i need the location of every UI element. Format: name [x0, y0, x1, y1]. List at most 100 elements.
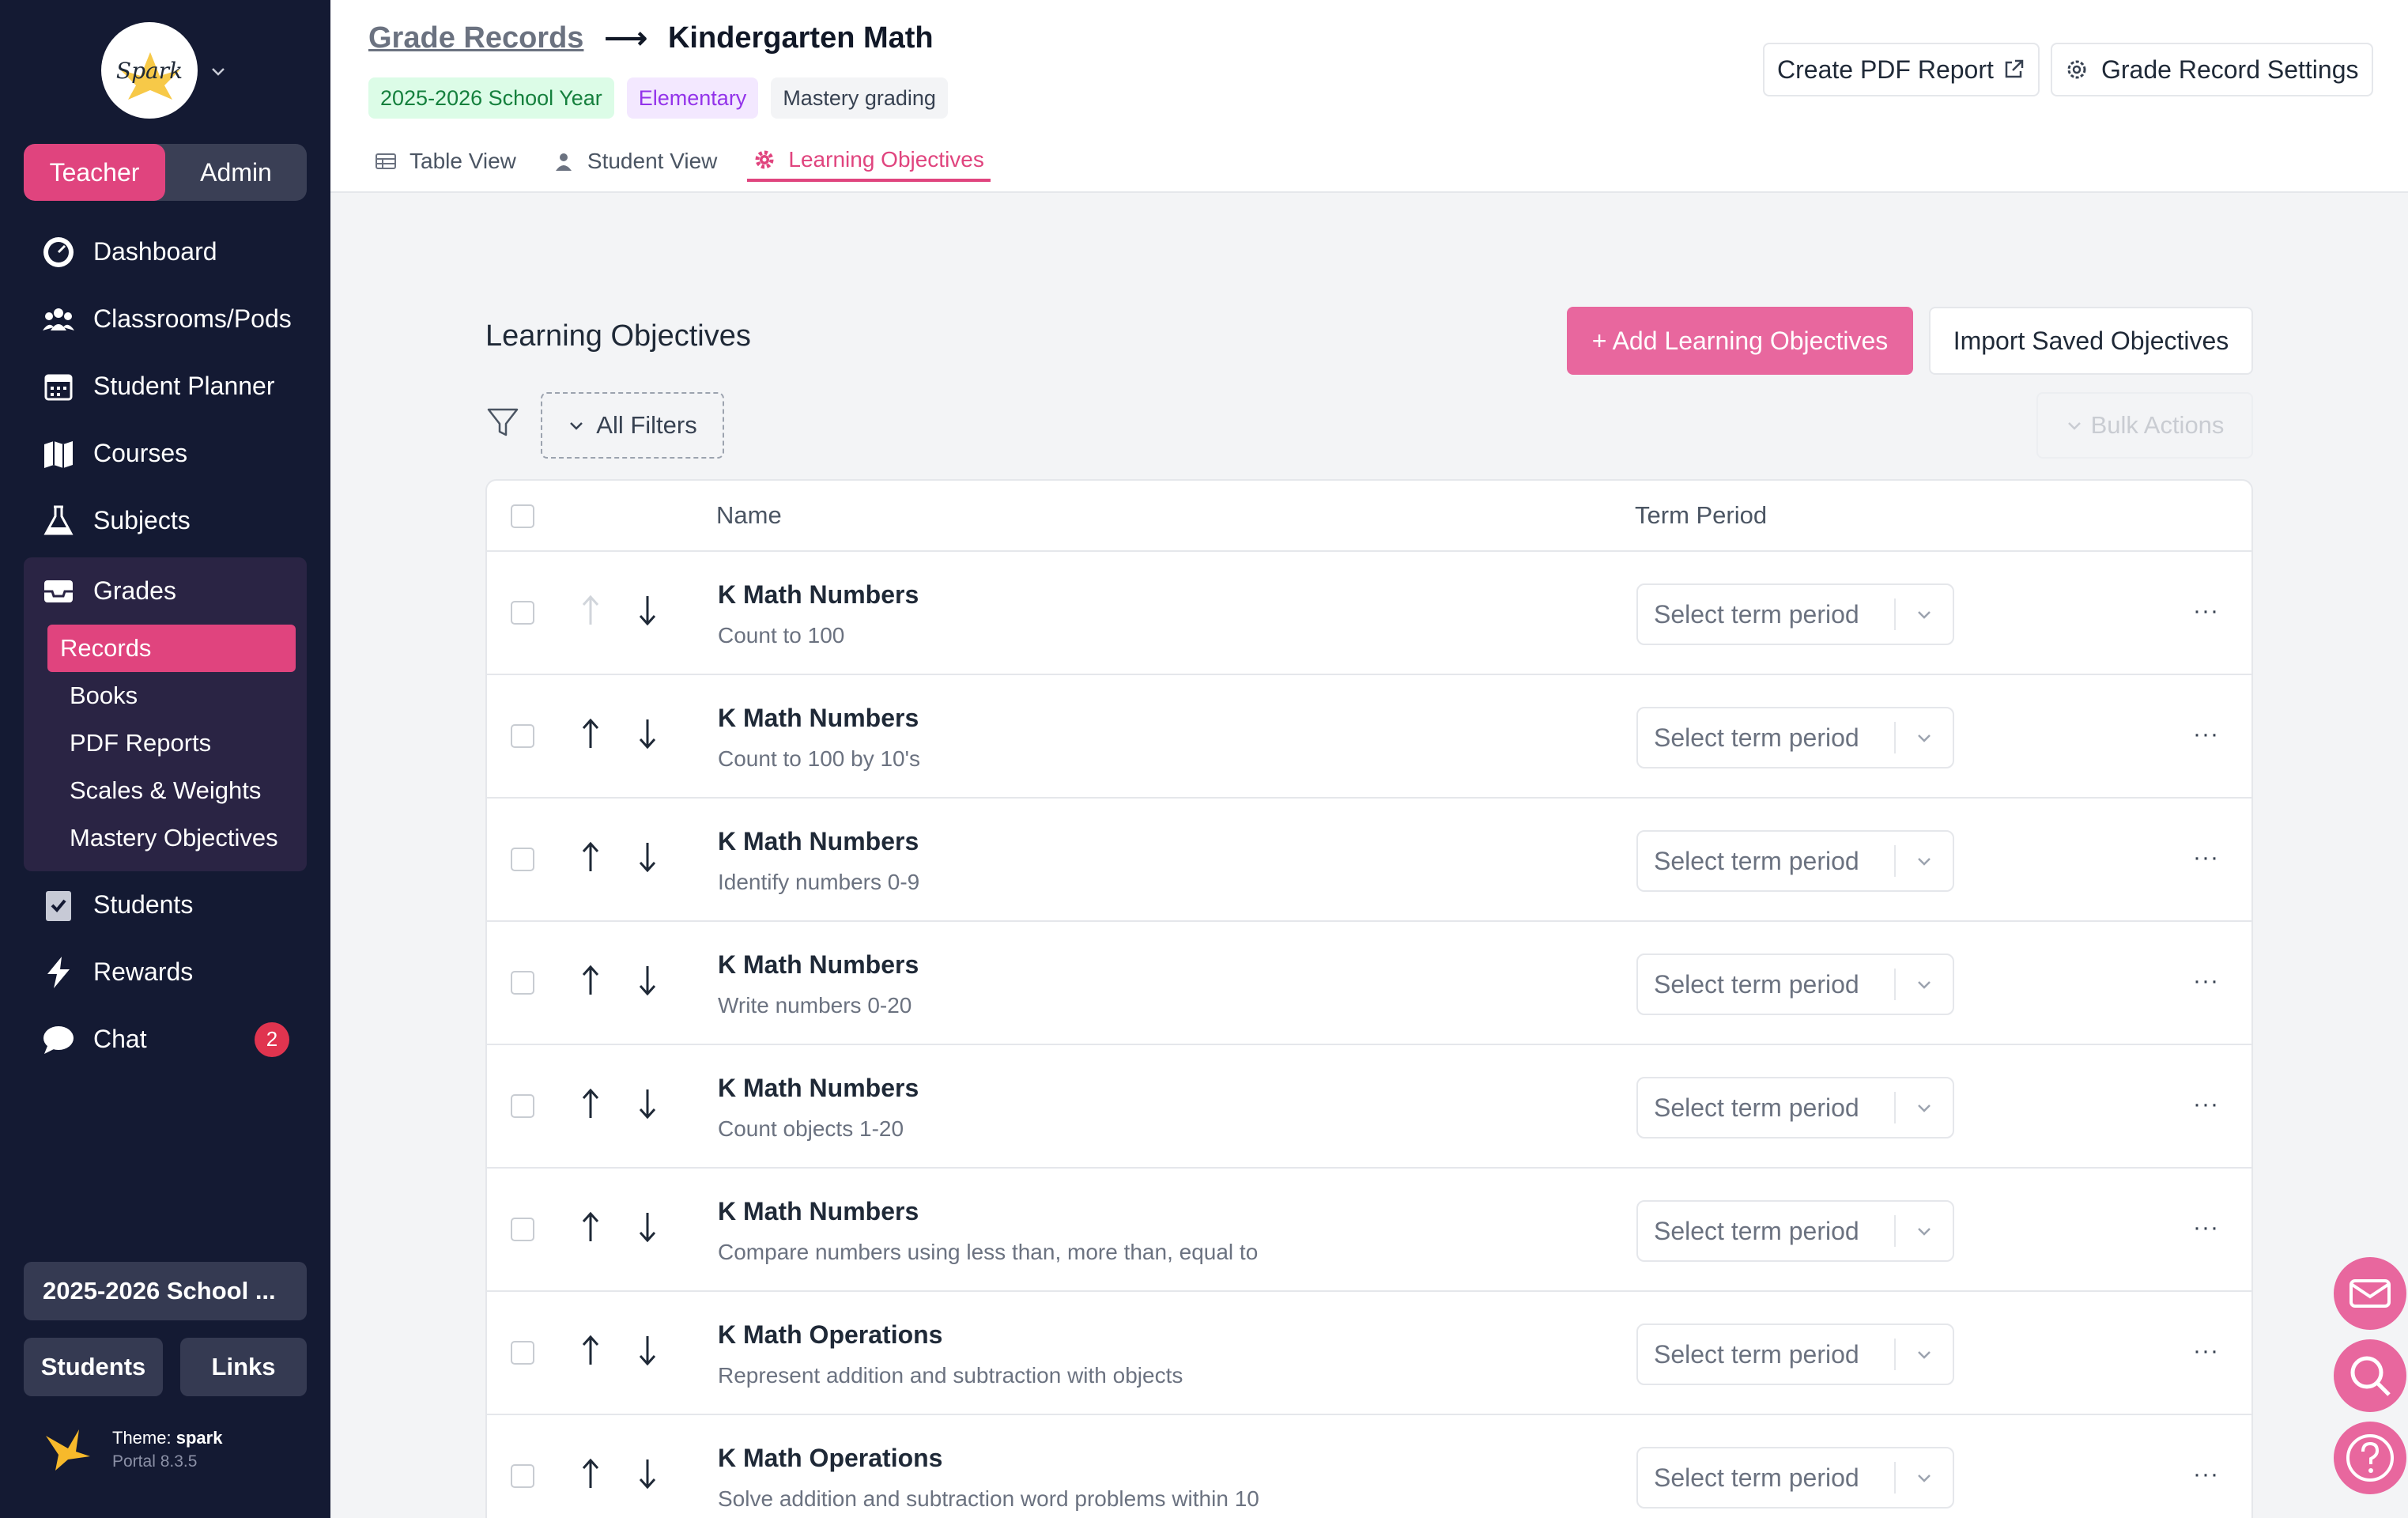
grade-record-settings-button[interactable]: Grade Record Settings: [2051, 43, 2373, 96]
row-checkbox[interactable]: [511, 601, 534, 625]
arrow-up-icon[interactable]: [580, 716, 601, 751]
tab-label: Learning Objectives: [788, 147, 984, 172]
term-period-select[interactable]: Select term period: [1636, 1200, 1954, 1262]
arrow-down-icon[interactable]: [637, 1210, 658, 1244]
arrow-down-icon[interactable]: [637, 1086, 658, 1121]
school-year-select[interactable]: 2025-2026 School ...: [24, 1262, 307, 1320]
sub-item-mastery-objectives[interactable]: Mastery Objectives: [35, 814, 296, 862]
row-actions-menu[interactable]: ···: [2193, 1338, 2219, 1365]
row-actions-menu[interactable]: ···: [2193, 1461, 2219, 1488]
nav-grades[interactable]: Grades: [24, 557, 307, 625]
nav-dashboard[interactable]: Dashboard: [24, 218, 307, 285]
objective-name: K Math Operations: [718, 1444, 943, 1472]
page-title: Kindergarten Math: [667, 21, 934, 55]
students-quick-button[interactable]: Students: [24, 1338, 163, 1396]
term-period-select[interactable]: Select term period: [1636, 1324, 1954, 1385]
row-checkbox[interactable]: [511, 1094, 534, 1118]
chevron-down-icon[interactable]: [210, 63, 226, 79]
arrow-down-icon[interactable]: [637, 593, 658, 628]
term-period-placeholder: Select term period: [1654, 969, 1859, 999]
help-button[interactable]: [2334, 1422, 2406, 1494]
dashboard-icon: [41, 235, 76, 270]
arrow-up-icon[interactable]: [580, 1333, 601, 1368]
tab-label: Student View: [587, 149, 718, 173]
term-period-select[interactable]: Select term period: [1636, 583, 1954, 645]
teacher-role-button[interactable]: Teacher: [24, 144, 165, 201]
nav-label: Dashboard: [93, 237, 217, 266]
term-period-select[interactable]: Select term period: [1636, 1077, 1954, 1138]
tab-table-view[interactable]: Table View: [368, 141, 523, 182]
nav-courses[interactable]: Courses: [24, 420, 307, 487]
theme-label: Theme:: [112, 1428, 172, 1448]
filter-icon[interactable]: [485, 405, 520, 440]
table-row: K Math Operations Represent addition and…: [487, 1292, 2251, 1415]
row-checkbox[interactable]: [511, 1218, 534, 1241]
button-label: Bulk Actions: [2090, 411, 2225, 439]
row-actions-menu[interactable]: ···: [2193, 1214, 2219, 1241]
import-saved-objectives-button[interactable]: Import Saved Objectives: [1929, 307, 2253, 375]
all-filters-button[interactable]: All Filters: [541, 392, 724, 459]
objective-description: Compare numbers using less than, more th…: [718, 1240, 1259, 1264]
arrow-down-icon[interactable]: [637, 716, 658, 751]
nav-students[interactable]: Students: [24, 871, 307, 938]
row-checkbox[interactable]: [511, 1464, 534, 1488]
row-checkbox[interactable]: [511, 724, 534, 748]
lightning-icon: [41, 955, 76, 990]
mail-button[interactable]: [2334, 1257, 2406, 1330]
term-period-select[interactable]: Select term period: [1636, 830, 1954, 892]
objective-description: Identify numbers 0-9: [718, 870, 920, 894]
search-button[interactable]: [2334, 1339, 2406, 1412]
arrow-up-icon[interactable]: [580, 1086, 601, 1121]
sub-item-pdf-reports[interactable]: PDF Reports: [35, 719, 296, 767]
row-actions-menu[interactable]: ···: [2193, 1091, 2219, 1118]
nav-student-planner[interactable]: Student Planner: [24, 353, 307, 420]
arrow-down-icon[interactable]: [637, 1456, 658, 1491]
nav-rewards[interactable]: Rewards: [24, 938, 307, 1006]
breadcrumb-grade-records[interactable]: Grade Records: [368, 21, 583, 55]
select-all-checkbox[interactable]: [511, 504, 534, 528]
row-actions-menu[interactable]: ···: [2193, 721, 2219, 748]
arrow-down-icon[interactable]: [637, 840, 658, 874]
row-actions-menu[interactable]: ···: [2193, 844, 2219, 871]
objective-description: Count to 100: [718, 623, 845, 648]
create-pdf-report-button[interactable]: Create PDF Report: [1763, 43, 2040, 96]
arrow-up-icon[interactable]: [580, 1210, 601, 1244]
arrow-down-icon[interactable]: [637, 1333, 658, 1368]
nav-chat[interactable]: Chat 2: [24, 1006, 307, 1073]
arrow-up-icon[interactable]: [580, 840, 601, 874]
table-icon: [376, 153, 396, 169]
links-button[interactable]: Links: [180, 1338, 307, 1396]
arrow-up-icon[interactable]: [580, 593, 601, 628]
objective-description: Count to 100 by 10's: [718, 746, 920, 771]
arrow-down-icon[interactable]: [637, 963, 658, 998]
sub-item-scales-weights[interactable]: Scales & Weights: [35, 767, 296, 814]
main-nav: Dashboard Classrooms/Pods Student Planne…: [24, 218, 307, 1073]
arrow-up-icon[interactable]: [580, 1456, 601, 1491]
nav-subjects[interactable]: Subjects: [24, 487, 307, 554]
sub-item-books[interactable]: Books: [35, 672, 296, 719]
row-actions-menu[interactable]: ···: [2193, 598, 2219, 625]
tab-learning-objectives[interactable]: Learning Objectives: [747, 141, 991, 182]
chevron-down-icon: [1896, 852, 1953, 870]
term-period-select[interactable]: Select term period: [1636, 707, 1954, 768]
objective-name: K Math Numbers: [718, 1197, 919, 1225]
nav-classrooms[interactable]: Classrooms/Pods: [24, 285, 307, 353]
chevron-down-icon: [1896, 1222, 1953, 1240]
bulk-actions-button[interactable]: Bulk Actions: [2036, 392, 2253, 459]
row-actions-menu[interactable]: ···: [2193, 968, 2219, 995]
table-body: K Math Numbers Count to 100 Select term …: [487, 552, 2251, 1518]
search-icon: [2350, 1356, 2391, 1396]
term-period-placeholder: Select term period: [1654, 599, 1859, 629]
term-period-select[interactable]: Select term period: [1636, 953, 1954, 1015]
term-period-select[interactable]: Select term period: [1636, 1447, 1954, 1509]
sub-item-records[interactable]: Records: [47, 625, 296, 672]
role-toggle: Teacher Admin: [24, 144, 307, 201]
admin-role-button[interactable]: Admin: [165, 144, 307, 201]
tab-student-view[interactable]: Student View: [546, 141, 724, 182]
row-checkbox[interactable]: [511, 1341, 534, 1365]
add-learning-objectives-button[interactable]: + Add Learning Objectives: [1567, 307, 1913, 375]
arrow-up-icon[interactable]: [580, 963, 601, 998]
row-checkbox[interactable]: [511, 848, 534, 871]
row-checkbox[interactable]: [511, 971, 534, 995]
app-logo[interactable]: Spark: [101, 22, 198, 119]
